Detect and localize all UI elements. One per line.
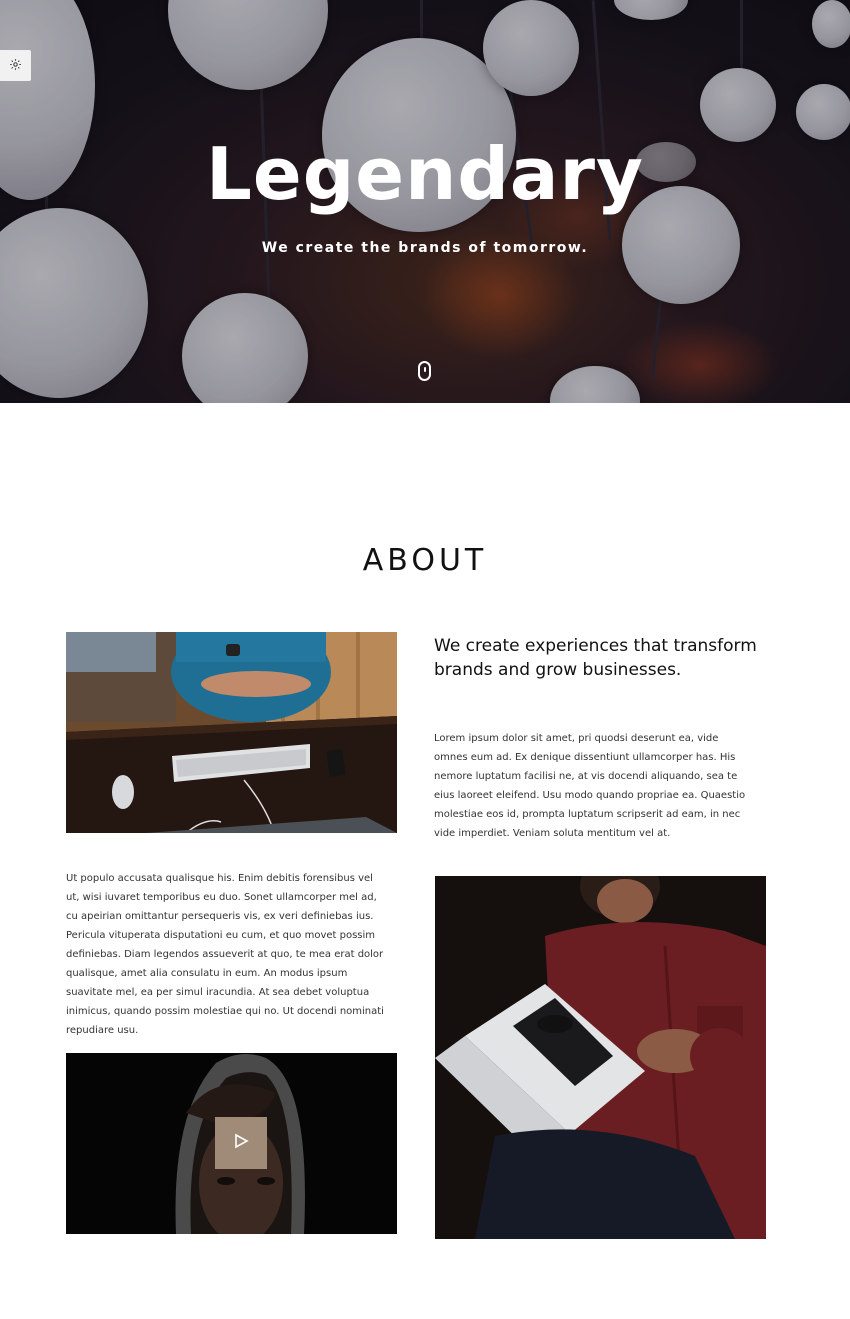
desk-photo xyxy=(66,632,397,833)
gear-icon xyxy=(9,56,22,75)
settings-button[interactable] xyxy=(0,50,31,81)
play-button[interactable] xyxy=(215,1117,267,1169)
hero-title: Legendary xyxy=(206,132,644,216)
hero-subtitle: We create the brands of tomorrow. xyxy=(261,240,589,256)
about-paragraph-left: Ut populo accusata qualisque his. Enim d… xyxy=(66,873,384,1036)
about-paragraph-right: Lorem ipsum dolor sit amet, pri quodsi d… xyxy=(434,733,746,839)
mouse-scroll-icon[interactable] xyxy=(418,361,431,381)
section-title: ABOUT xyxy=(362,543,488,578)
reader-photo xyxy=(435,876,766,1239)
about-headline: We create experiences that transform bra… xyxy=(434,636,757,680)
hero-section: Legendary We create the brands of tomorr… xyxy=(0,0,850,403)
play-icon xyxy=(233,1133,249,1153)
